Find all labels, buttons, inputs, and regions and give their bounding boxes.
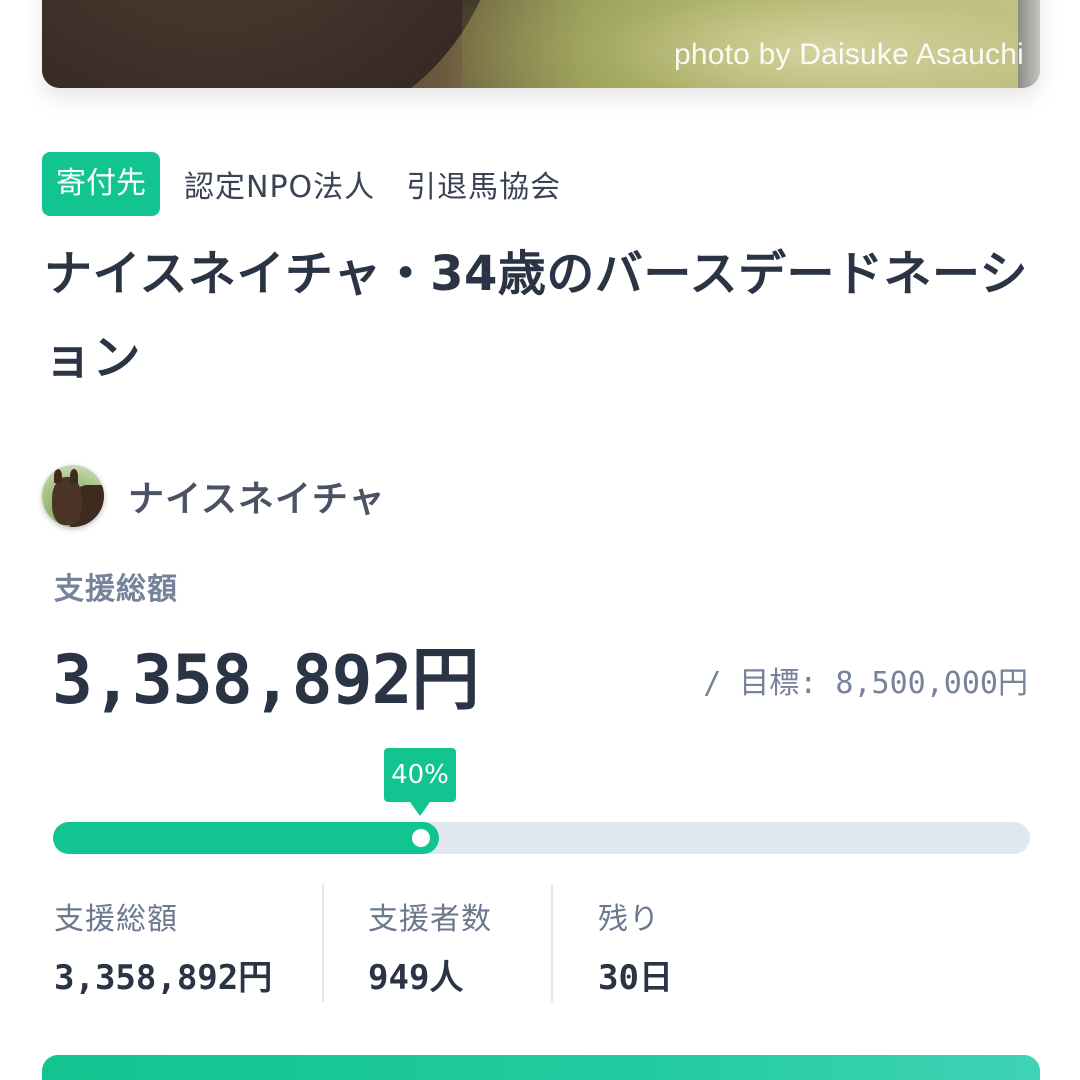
avatar-ear-right bbox=[70, 469, 78, 483]
goal-amount: / 目標: 8,500,000円 bbox=[703, 666, 1028, 701]
hero-horse-image bbox=[42, 0, 502, 88]
stat-divider bbox=[551, 884, 553, 1002]
recipient-row: 寄付先 認定NPO法人 引退馬協会 bbox=[42, 152, 561, 216]
stat-divider bbox=[322, 884, 324, 1002]
stat-total-value: 3,358,892円 bbox=[54, 958, 273, 998]
stat-supporters-label: 支援者数 bbox=[368, 902, 492, 937]
avatar-ear-left bbox=[54, 469, 62, 483]
progress-bar bbox=[53, 822, 1030, 854]
total-label: 支援総額 bbox=[54, 572, 178, 607]
project-owner[interactable]: ナイスネイチャ bbox=[42, 464, 386, 528]
stats-row: 支援総額 3,358,892円 支援者数 949人 残り 30日 bbox=[0, 884, 1080, 1004]
avatar-head bbox=[52, 477, 82, 525]
progress-percent-tooltip: 40% bbox=[384, 748, 456, 816]
owner-name: ナイスネイチャ bbox=[128, 479, 386, 520]
stat-total-label: 支援総額 bbox=[54, 902, 178, 937]
stat-supporters-value: 949人 bbox=[368, 958, 464, 998]
recipient-badge: 寄付先 bbox=[42, 152, 160, 216]
horse-avatar-icon bbox=[42, 465, 104, 527]
photo-credit: photo by Daisuke Asauchi bbox=[673, 38, 1024, 71]
stat-remaining-label: 残り bbox=[598, 902, 660, 937]
progress-knob bbox=[412, 829, 431, 847]
total-amount: 3,358,892円 bbox=[52, 641, 479, 720]
progress-fill bbox=[53, 822, 440, 854]
support-button[interactable] bbox=[42, 1055, 1040, 1080]
project-title: ナイスネイチャ・34歳のバースデードネーション bbox=[44, 246, 1029, 386]
recipient-organization-link[interactable]: 認定NPO法人 引退馬協会 bbox=[184, 162, 561, 206]
hero-photo: photo by Daisuke Asauchi bbox=[42, 0, 1040, 88]
stat-remaining-value: 30日 bbox=[598, 958, 673, 998]
project-page: photo by Daisuke Asauchi 寄付先 認定NPO法人 引退馬… bbox=[0, 0, 1080, 1080]
